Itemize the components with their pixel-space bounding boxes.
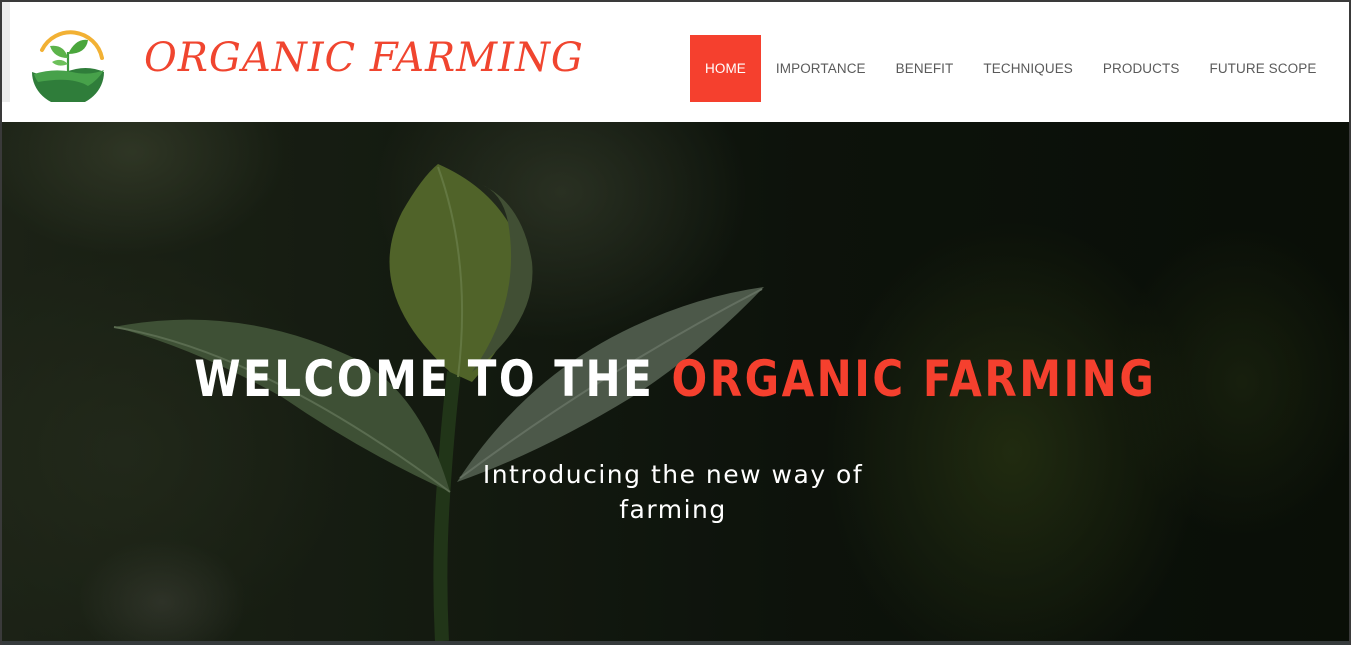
- nav-item-techniques[interactable]: TECHNIQUES: [968, 35, 1088, 102]
- leaf-sprout-logo-icon[interactable]: [28, 28, 108, 102]
- main-nav: HOME IMPORTANCE BENEFIT TECHNIQUES PRODU…: [690, 35, 1331, 102]
- nav-item-products[interactable]: PRODUCTS: [1088, 35, 1195, 102]
- bottom-bar: [2, 641, 1349, 645]
- hero-banner: WELCOME TO THE ORGANIC FARMING Introduci…: [2, 122, 1349, 641]
- nav-item-benefit[interactable]: BENEFIT: [881, 35, 969, 102]
- left-edge-strip: [2, 2, 10, 102]
- page: ORGANIC FARMING HOME IMPORTANCE BENEFIT …: [0, 0, 1351, 645]
- nav-item-future-scope[interactable]: FUTURE SCOPE: [1194, 35, 1331, 102]
- hero-title: WELCOME TO THE ORGANIC FARMING: [110, 344, 1241, 414]
- hero-title-prefix: WELCOME TO THE: [194, 350, 655, 408]
- brand-title[interactable]: ORGANIC FARMING: [144, 32, 584, 84]
- site-header: ORGANIC FARMING HOME IMPORTANCE BENEFIT …: [2, 2, 1349, 122]
- nav-item-importance[interactable]: IMPORTANCE: [761, 35, 881, 102]
- hero-subtitle: Introducing the new way of farming: [482, 460, 864, 524]
- hero-title-highlight: ORGANIC FARMING: [671, 350, 1157, 408]
- nav-item-home[interactable]: HOME: [690, 35, 761, 102]
